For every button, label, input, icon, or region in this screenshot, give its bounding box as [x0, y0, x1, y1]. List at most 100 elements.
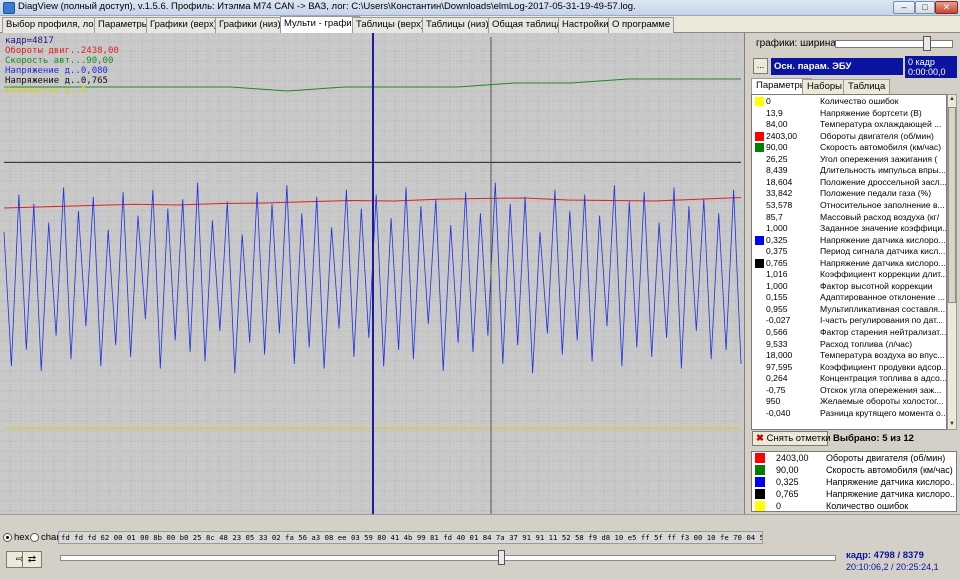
param-row[interactable]: 0 Количество ошибок	[752, 96, 946, 108]
param-value: 1,000	[766, 280, 788, 291]
param-row[interactable]: 0,375 Период сигнала датчика кисл...	[752, 246, 946, 258]
param-row[interactable]: 950 Желаемые обороты холостог...	[752, 396, 946, 408]
app-icon	[3, 2, 15, 14]
param-row[interactable]: 0,264 Концентрация топлива в адсо...	[752, 373, 946, 385]
timeline-slider[interactable]	[60, 555, 836, 561]
param-value: 0	[766, 96, 771, 106]
tab-graphs-bottom[interactable]: Графики (низ)	[215, 17, 285, 33]
legend-o2-voltage-2: Напряжение д..0,765	[5, 76, 108, 86]
param-row[interactable]: 84,00 Температура охлаждающей ...	[752, 119, 946, 131]
selected-param-row[interactable]: 0 Количество ошибок	[752, 500, 956, 511]
minimize-button[interactable]: –	[893, 1, 915, 14]
tab-common-table[interactable]: Общая таблица	[488, 17, 566, 33]
param-name: Относительное заполнение в...	[820, 199, 945, 210]
scroll-thumb[interactable]	[948, 107, 956, 303]
maximize-button[interactable]: □	[915, 1, 935, 14]
param-name: Расход топлива (л/час)	[820, 338, 913, 349]
subtab-sets[interactable]: Наборы	[802, 79, 847, 94]
tab-graphs-top[interactable]: Графики (верх)	[146, 17, 221, 33]
tab-settings[interactable]: Настройки	[558, 17, 613, 33]
tab-params[interactable]: Параметры	[94, 17, 153, 33]
param-color-swatch[interactable]	[755, 258, 764, 268]
tab-tables-bottom[interactable]: Таблицы (низ)	[422, 17, 493, 33]
param-row[interactable]: 18,604 Положение дроссельной засл...	[752, 176, 946, 189]
param-name: Положение дроссельной засл...	[820, 176, 946, 187]
param-row[interactable]: 0,155 Адаптированное отклонение ...	[752, 292, 946, 304]
tab-about[interactable]: О программе	[608, 17, 675, 33]
param-name: Коэффициент коррекции длит...	[820, 269, 946, 280]
selected-param-row[interactable]: 0,325 Напряжение датчика кислоро...	[752, 476, 956, 488]
param-value: 0,155	[766, 292, 788, 303]
params-list[interactable]: 0 Количество ошибок 13,9 Напряжение бортсет…	[751, 94, 947, 430]
param-row[interactable]: 2403,00 Обороты двигателя (об/мин)	[752, 130, 946, 143]
select-set-button[interactable]: ...	[753, 58, 768, 74]
param-color-swatch[interactable]	[755, 131, 764, 141]
subtab-table[interactable]: Таблица	[843, 79, 891, 94]
param-value: 2403,00	[766, 130, 798, 141]
clear-marks-button[interactable]: ✖ Снять отметки	[752, 431, 831, 446]
params-scrollbar[interactable]: ▲ ▼	[947, 94, 957, 430]
param-row[interactable]: 1,000 Фактор высотной коррекции	[752, 280, 946, 293]
tab-multi-graph[interactable]: Мульти - график	[280, 16, 360, 33]
param-row[interactable]: 13,9 Напряжение бортсети (В)	[752, 107, 946, 120]
close-button[interactable]: ✕	[935, 1, 958, 14]
selected-color-swatch[interactable]	[755, 501, 765, 511]
selected-param-row[interactable]: 90,00 Скорость автомобиля (км/час)	[752, 464, 956, 476]
param-row[interactable]: 9,533 Расход топлива (л/час)	[752, 338, 946, 351]
param-name: Адаптированное отклонение ...	[820, 292, 945, 303]
param-name: Период сигнала датчика кисл...	[820, 246, 946, 257]
param-row[interactable]: 0,566 Фактор старения нейтрализат...	[752, 327, 946, 339]
param-row[interactable]: 90,00 Скорость автомобиля (км/час)	[752, 142, 946, 154]
param-value: 18,604	[766, 176, 793, 187]
timeline-thumb[interactable]	[498, 550, 505, 565]
param-row[interactable]: 18,000 Температура воздуха во впус...	[752, 350, 946, 362]
char-label: char	[41, 532, 60, 543]
param-value: 0,566	[766, 327, 788, 337]
param-row[interactable]: 8,439 Длительность импульса впры...	[752, 165, 946, 177]
param-row[interactable]: 0,325 Напряжение датчика кислоро...	[752, 235, 946, 247]
param-row[interactable]: 97,595 Коэффициент продувки адсор...	[752, 362, 946, 374]
legend-rpm: Обороты двиг..2438,00	[5, 46, 119, 56]
param-row[interactable]: 85,7 Массовый расход воздуха (кг/	[752, 212, 946, 224]
param-row[interactable]: -0,027 I-часть регулирования по дат...	[752, 315, 946, 327]
param-row[interactable]: 26,25 Угол опережения зажигания (	[752, 154, 946, 166]
selected-color-swatch[interactable]	[755, 477, 765, 487]
param-color-swatch[interactable]	[755, 97, 764, 106]
legend-o2-voltage-1: Напряжение д..0,080	[5, 66, 108, 76]
param-name: Разница крутящего момента о...	[820, 407, 946, 418]
param-row[interactable]: 33,842 Положение педали газа (%)	[752, 188, 946, 200]
param-row[interactable]: -0,75 Отскок угла опережения заж...	[752, 384, 946, 397]
param-value: 84,00	[766, 119, 788, 130]
param-row[interactable]: 0,765 Напряжение датчика кислоро...	[752, 258, 946, 270]
param-row[interactable]: -0,040 Разница крутящего момента о...	[752, 407, 946, 420]
char-radio[interactable]	[30, 533, 39, 542]
tab-tables-top[interactable]: Таблицы (верх)	[352, 17, 428, 33]
side-panel: графики: ширина: ... Осн. парам. ЭБУ 0 к…	[747, 33, 960, 514]
selected-color-swatch[interactable]	[755, 489, 765, 499]
selected-param-row[interactable]: 0,765 Напряжение датчика кислоро...	[752, 488, 956, 500]
frame-counter: 0 кадр 0:00:00,0	[905, 56, 957, 78]
param-row[interactable]: 0,955 Мультипликативная составля...	[752, 304, 946, 316]
scroll-down-icon[interactable]: ▼	[948, 420, 956, 429]
width-slider[interactable]	[835, 40, 953, 48]
param-name: Отскок угла опережения заж...	[820, 384, 942, 395]
param-color-swatch[interactable]	[755, 143, 764, 153]
multi-graph-plot[interactable]: кадр=4817 Обороты двиг..2438,00 Скорость…	[0, 33, 745, 514]
scroll-up-icon[interactable]: ▲	[948, 95, 956, 104]
param-name: Напряжение бортсети (В)	[820, 107, 922, 118]
selected-params-list[interactable]: 2403,00 Обороты двигателя (об/мин) 90,00 Ск…	[751, 451, 957, 512]
selected-color-swatch[interactable]	[755, 453, 765, 463]
tab-profile[interactable]: Выбор профиля, лога	[2, 17, 107, 33]
param-row[interactable]: 1,000 Заданное значение коэффици...	[752, 223, 946, 235]
param-value: -0,027	[766, 315, 791, 326]
selected-color-swatch[interactable]	[755, 465, 765, 475]
param-name: Фактор высотной коррекции	[820, 280, 933, 291]
sync-button[interactable]: ⇄	[22, 551, 42, 568]
param-color-swatch[interactable]	[755, 235, 764, 245]
hex-radio[interactable]	[3, 533, 12, 542]
selected-param-row[interactable]: 2403,00 Обороты двигателя (об/мин)	[752, 452, 956, 464]
param-row[interactable]: 53,578 Относительное заполнение в...	[752, 199, 946, 212]
param-value: 9,533	[766, 338, 788, 349]
param-row[interactable]: 1,016 Коэффициент коррекции длит...	[752, 269, 946, 281]
width-slider-thumb[interactable]	[923, 36, 931, 51]
